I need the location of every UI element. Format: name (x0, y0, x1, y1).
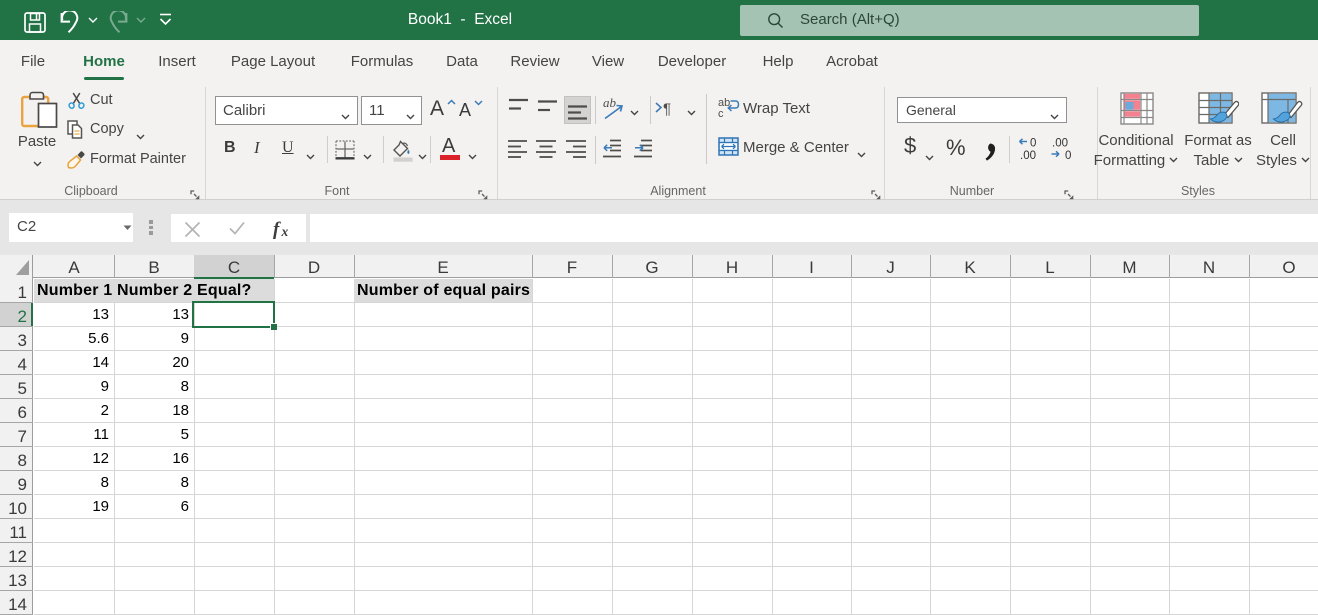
svg-text:0: 0 (1030, 138, 1036, 150)
svg-text:x: x (281, 224, 289, 239)
svg-text:¶: ¶ (663, 101, 671, 118)
svg-text:c: c (718, 108, 724, 118)
svg-text:f: f (273, 219, 281, 240)
svg-text:0: 0 (1065, 150, 1071, 161)
svg-text:.00: .00 (1052, 138, 1068, 150)
svg-text:.00: .00 (1020, 150, 1036, 161)
svg-text:ab: ab (603, 96, 617, 110)
